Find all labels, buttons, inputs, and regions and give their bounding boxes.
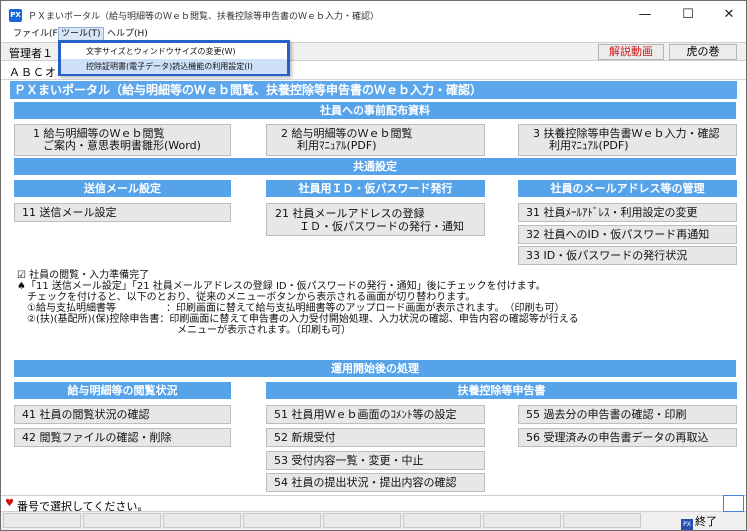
- web-comment-settings-button[interactable]: 51 社員用Ｗｅｂ画面のｺﾒﾝﾄ等の設定: [266, 405, 485, 424]
- function-key-slot[interactable]: [163, 513, 241, 528]
- maximize-button[interactable]: ☐: [671, 5, 705, 25]
- section-advance: 社員への事前配布資料: [14, 102, 736, 119]
- section-operation: 運用開始後の処理: [14, 360, 736, 377]
- notice-line-3: ①給与支払明細書等 ：印刷画面に替えて給与支払明細書等のアップロード画面が表示さ…: [17, 303, 565, 314]
- notice-line-5: メニューが表示されます。（印刷も可）: [17, 325, 351, 336]
- status-bar: ♥ 番号で選択してください。: [1, 495, 746, 513]
- app-icon: PX: [9, 9, 22, 22]
- window-title: ＰＸまいポータル（給与明細等のＷｅｂ閲覧、扶養控除等申告書のＷｅｂ入力・確認）: [28, 12, 380, 22]
- notice-line-4: ②(扶)(基配所)(保)控除申告書：印刷画面に替えて申告書の入力受付開始処理、入…: [17, 314, 579, 325]
- common-col3-header: 社員のメールアドレス等の管理: [518, 180, 737, 197]
- advance-button-2[interactable]: 2 給与明細等のＷｅｂ閲覧 利用ﾏﾆｭｱﾙ(PDF): [266, 124, 485, 156]
- operation-col1-header: 給与明細等の閲覧状況: [14, 382, 231, 399]
- tools-dropdown-menu: 文字サイズとウィンドウサイズの変更(W) 控除証明書(電子データ)読込機能の利用…: [58, 40, 290, 76]
- function-key-slot[interactable]: [83, 513, 161, 528]
- send-mail-settings-button[interactable]: 11 送信メール設定: [14, 203, 231, 222]
- reception-list-button[interactable]: 53 受付内容一覧・変更・中止: [266, 451, 485, 470]
- advance-button-1-line2: ご案内・意思表明書雛形(Word): [43, 139, 201, 152]
- menu-help[interactable]: ヘルプ(H): [105, 27, 150, 41]
- common-col1-header: 送信メール設定: [14, 180, 231, 197]
- main-banner: ＰＸまいポータル（給与明細等のＷｅｂ閲覧、扶養控除等申告書のＷｅｂ入力・確認）: [10, 81, 737, 99]
- advance-button-2-line2: 利用ﾏﾆｭｱﾙ(PDF): [297, 139, 377, 152]
- notice-block: ☑ 社員の閲覧・入力準備完了 ♠「11 送信メール設定」「21 社員メールアドレ…: [17, 270, 739, 336]
- guide-button[interactable]: 虎の巻: [669, 44, 737, 60]
- menu-item-deduction-certificate-settings[interactable]: 控除証明書(電子データ)読込機能の利用設定(I): [61, 59, 287, 74]
- past-forms-button[interactable]: 55 過去分の申告書の確認・印刷: [518, 405, 737, 424]
- menu-item-font-window-size[interactable]: 文字サイズとウィンドウサイズの変更(W): [61, 44, 287, 59]
- view-status-button[interactable]: 41 社員の閲覧状況の確認: [14, 405, 231, 424]
- heart-icon: ♥: [5, 498, 14, 509]
- notice-line-2: チェックを付けると、以下のとおり、従来のメニューボタンから表示される画面が切り替…: [17, 292, 476, 303]
- function-bar: PX 終了: [1, 512, 746, 530]
- issue-status-button[interactable]: 33 ID・仮パスワードの発行状況: [518, 246, 737, 265]
- view-files-button[interactable]: 42 閲覧ファイルの確認・削除: [14, 428, 231, 447]
- ready-checkbox[interactable]: ☑ 社員の閲覧・入力準備完了: [17, 270, 739, 281]
- change-email-button[interactable]: 31 社員ﾒｰﾙｱﾄﾞﾚｽ・利用設定の変更: [518, 203, 737, 222]
- register-email-button-line1: 21 社員メールアドレスの登録: [275, 207, 425, 220]
- register-email-button[interactable]: 21 社員メールアドレスの登録 ＩＤ・仮パスワードの発行・通知: [266, 203, 485, 236]
- menu-file[interactable]: ファイル(F): [11, 27, 63, 41]
- minimize-button[interactable]: —: [628, 5, 662, 25]
- function-key-slot[interactable]: [403, 513, 481, 528]
- reimport-data-button[interactable]: 56 受理済みの申告書データの再取込: [518, 428, 737, 447]
- app-window: PX ＰＸまいポータル（給与明細等のＷｅｂ閲覧、扶養控除等申告書のＷｅｂ入力・確…: [0, 0, 747, 531]
- submission-status-button[interactable]: 54 社員の提出状況・提出内容の確認: [266, 473, 485, 492]
- function-key-slot[interactable]: [483, 513, 561, 528]
- function-key-slot[interactable]: [323, 513, 401, 528]
- exit-icon: PX: [681, 519, 693, 530]
- new-reception-button[interactable]: 52 新規受付: [266, 428, 485, 447]
- company-name: ＡＢＣオ: [9, 66, 57, 79]
- exit-label: 終了: [695, 515, 717, 528]
- function-key-slot[interactable]: [563, 513, 641, 528]
- admin-label: 管理者１: [9, 47, 53, 60]
- section-common: 共通設定: [14, 158, 736, 175]
- video-button[interactable]: 解説動画: [598, 44, 664, 60]
- exit-button[interactable]: PX 終了: [681, 513, 717, 530]
- advance-button-3[interactable]: 3 扶養控除等申告書Ｗｅｂ入力・確認 利用ﾏﾆｭｱﾙ(PDF): [518, 124, 737, 156]
- close-button[interactable]: ✕: [712, 5, 746, 25]
- number-input[interactable]: [723, 495, 744, 512]
- advance-button-3-line2: 利用ﾏﾆｭｱﾙ(PDF): [549, 139, 629, 152]
- operation-col2-header: 扶養控除等申告書: [266, 382, 737, 399]
- notice-line-1: ♠「11 送信メール設定」「21 社員メールアドレスの登録 ID・仮パスワードの…: [17, 281, 546, 292]
- function-key-slot[interactable]: [3, 513, 81, 528]
- menu-tools[interactable]: ツール(T): [58, 27, 104, 41]
- function-key-slot[interactable]: [243, 513, 321, 528]
- renotify-id-button[interactable]: 32 社員へのID・仮パスワード再通知: [518, 225, 737, 244]
- common-col2-header: 社員用ＩＤ・仮パスワード発行: [266, 180, 485, 197]
- advance-button-1[interactable]: 1 給与明細等のＷｅｂ閲覧 ご案内・意思表明書雛形(Word): [14, 124, 231, 156]
- register-email-button-line2: ＩＤ・仮パスワードの発行・通知: [299, 220, 464, 233]
